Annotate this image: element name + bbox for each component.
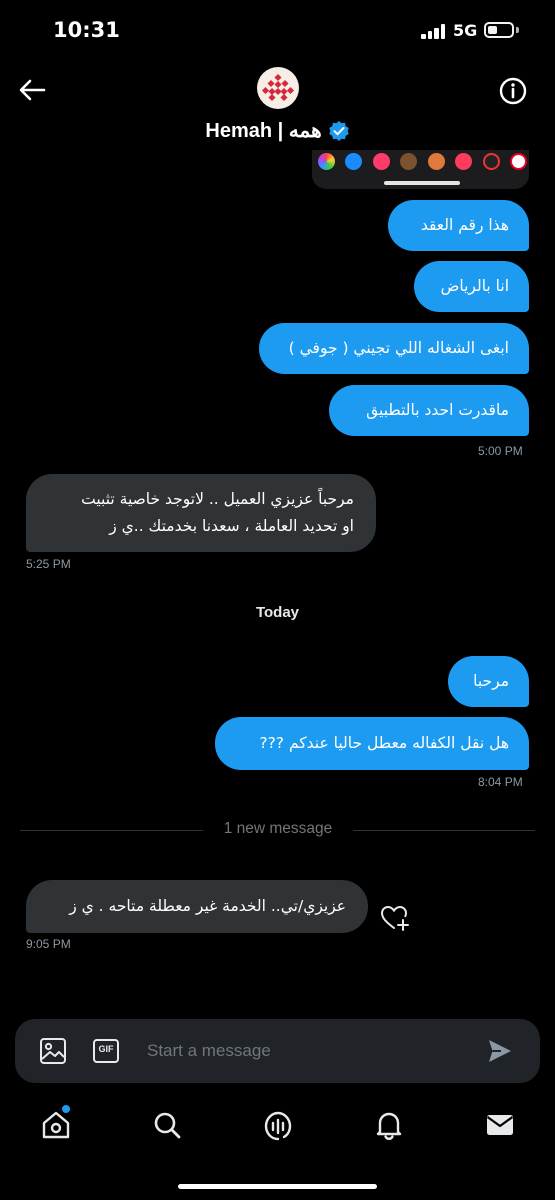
home-indicator: [178, 1184, 377, 1189]
new-message-divider: 1 new message: [203, 820, 353, 838]
nav-spaces[interactable]: [262, 1109, 294, 1141]
message-bubble-received[interactable]: مرحباً عزيزي العميل .. لاتوجد خاصية تثبي…: [26, 474, 376, 552]
signal-icon: [421, 24, 447, 39]
message-composer: GIF: [15, 1019, 540, 1083]
gif-button[interactable]: GIF: [91, 1036, 121, 1066]
conversation-header: Hemah | همه: [0, 60, 555, 156]
status-time: 10:31: [53, 18, 120, 42]
message-input[interactable]: [147, 1033, 477, 1069]
conversation-title-row[interactable]: Hemah | همه: [0, 118, 555, 143]
message-bubble-sent[interactable]: مرحبا: [448, 656, 529, 707]
send-button[interactable]: [485, 1036, 515, 1066]
battery-icon: [484, 22, 514, 38]
home-icon: [42, 1111, 70, 1139]
strip-handle: [384, 181, 460, 185]
send-icon: [489, 1040, 511, 1062]
nav-notifications[interactable]: [373, 1109, 405, 1141]
message-timestamp: 9:05 PM: [26, 937, 71, 951]
message-bubble-sent[interactable]: انا بالرياض: [414, 261, 529, 312]
arrow-left-icon: [19, 79, 46, 101]
avatar[interactable]: [257, 67, 299, 109]
keyboard-app-strip: [312, 150, 529, 189]
react-button[interactable]: [380, 904, 410, 932]
message-bubble-sent[interactable]: ماقدرت احدد بالتطبيق: [329, 385, 529, 436]
nav-messages[interactable]: [484, 1109, 516, 1141]
message-timestamp: 5:25 PM: [26, 557, 71, 571]
pinterest-icon[interactable]: [510, 153, 527, 170]
home-unread-dot: [62, 1105, 70, 1113]
gif-label: GIF: [98, 1044, 114, 1054]
day-separator: Today: [255, 604, 300, 621]
message-timestamp: 8:04 PM: [478, 775, 523, 789]
notifications-icon: [376, 1112, 402, 1141]
message-line: مرحباً عزيزي العميل .. لاتوجد خاصية تثبي…: [81, 490, 354, 508]
conversation-title: Hemah | همه: [205, 120, 322, 142]
info-button[interactable]: [498, 76, 528, 106]
music-icon[interactable]: [455, 153, 472, 170]
brand-logo-icon: [261, 73, 295, 102]
verified-badge-icon: [328, 120, 349, 141]
message-bubble-sent[interactable]: هذا رقم العقد: [388, 200, 529, 251]
message-bubble-sent[interactable]: هل نقل الكفاله معطل حاليا عندكم ???: [215, 717, 529, 770]
memoji-icon[interactable]: [400, 153, 417, 170]
battery-tip: [516, 27, 519, 33]
spaces-icon: [264, 1111, 292, 1141]
media-button[interactable]: [38, 1036, 68, 1066]
heart-plus-icon: [380, 905, 409, 931]
network-label: 5G: [453, 21, 478, 40]
image-icon: [40, 1038, 66, 1064]
search-images-icon[interactable]: [373, 153, 390, 170]
search-icon: [154, 1112, 181, 1139]
app-store-icon[interactable]: [345, 153, 362, 170]
status-bar: 10:31 5G: [0, 0, 555, 60]
photos-app-icon[interactable]: [318, 153, 335, 170]
animoji-icon[interactable]: [428, 153, 445, 170]
nav-home[interactable]: [40, 1109, 72, 1141]
message-bubble-sent[interactable]: ابغى الشغاله اللي تجيني ( جوفي ): [259, 323, 529, 374]
message-bubble-received[interactable]: عزيزي/تي.. الخدمة غير معطلة متاحه . ي ز: [26, 880, 368, 933]
message-line: او تحديد العاملة ، سعدنا بخدمتك ..ي ز: [109, 517, 354, 535]
nav-search[interactable]: [151, 1109, 183, 1141]
messages-icon: [486, 1115, 514, 1135]
info-icon: [499, 77, 527, 105]
back-button[interactable]: [16, 76, 48, 104]
digital-touch-icon[interactable]: [483, 153, 500, 170]
message-timestamp: 5:00 PM: [478, 444, 523, 458]
